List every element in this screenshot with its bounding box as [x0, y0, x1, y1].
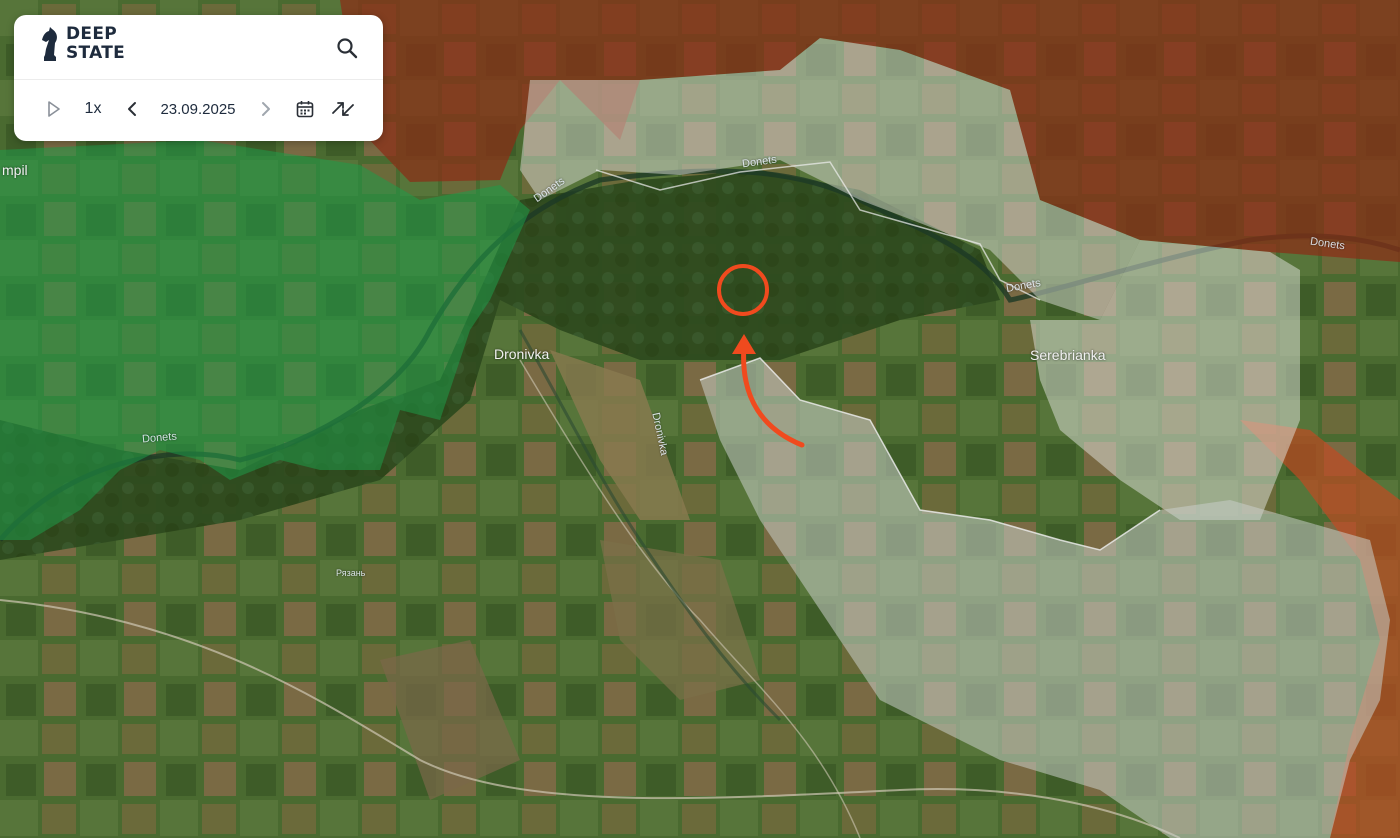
logo-line-1: DEEP: [66, 24, 117, 44]
town-label-dronivka: Dronivka: [494, 346, 550, 362]
logo-line-2: STATE: [66, 43, 126, 63]
previous-date-button[interactable]: [122, 95, 142, 123]
search-icon: [337, 38, 358, 59]
town-label-small: Рязань: [336, 568, 366, 578]
next-date-button[interactable]: [256, 95, 276, 123]
logo-text: DEEP STATE: [66, 25, 125, 63]
panel-divider: [14, 79, 383, 80]
speed-button[interactable]: 1x: [80, 95, 106, 123]
play-icon: [48, 101, 60, 117]
current-date[interactable]: 23.09.2025: [152, 95, 244, 123]
town-label-serebrianka: Serebrianka: [1030, 347, 1106, 363]
calendar-icon: [296, 101, 314, 118]
search-button[interactable]: [334, 35, 360, 61]
compare-arrows-icon: [332, 102, 354, 116]
deepstate-logo[interactable]: DEEP STATE: [40, 25, 125, 63]
town-label-partial: mpil: [2, 162, 28, 178]
compare-button[interactable]: [330, 95, 356, 123]
play-button[interactable]: [42, 95, 66, 123]
knight-logo-icon: [42, 27, 57, 61]
control-panel: DEEP STATE 1x 23.09.2025: [14, 15, 383, 141]
chevron-left-icon: [128, 102, 136, 116]
calendar-button[interactable]: [294, 95, 316, 123]
chevron-right-icon: [262, 102, 270, 116]
